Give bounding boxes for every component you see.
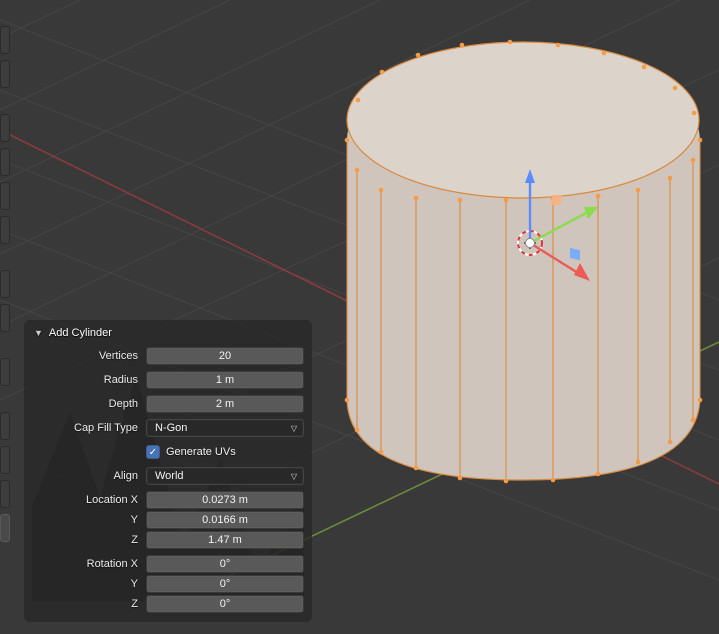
label-cap-fill-type: Cap Fill Type <box>32 422 146 434</box>
tool-select[interactable] <box>0 26 10 54</box>
label-location-z: Z <box>32 534 146 546</box>
dropdown-cap-fill-type[interactable]: N-Gon ▽ <box>146 419 304 437</box>
label-generate-uvs: Generate UVs <box>166 446 236 458</box>
field-location-y[interactable]: 0.0166 m <box>146 511 304 529</box>
tool-cursor[interactable] <box>0 60 10 88</box>
label-location-y: Y <box>32 514 146 526</box>
label-location-x: Location X <box>32 494 146 506</box>
tool-scale[interactable] <box>0 182 10 210</box>
label-rotation-z: Z <box>32 598 146 610</box>
tool-inset[interactable] <box>0 446 10 474</box>
tool-bevel[interactable] <box>0 480 10 508</box>
tool-add[interactable] <box>0 358 10 386</box>
operator-redo-panel[interactable]: ▼ Add Cylinder Vertices 20 Radius 1 m De… <box>24 320 312 622</box>
tool-transform[interactable] <box>0 216 10 244</box>
cylinder-mesh[interactable] <box>345 40 703 484</box>
field-vertices[interactable]: 20 <box>146 347 304 365</box>
panel-title: Add Cylinder <box>49 327 112 339</box>
tool-rotate[interactable] <box>0 148 10 176</box>
chevron-down-icon: ▽ <box>291 424 297 433</box>
tool-move[interactable] <box>0 114 10 142</box>
tool-annotate[interactable] <box>0 270 10 298</box>
field-depth[interactable]: 2 m <box>146 395 304 413</box>
panel-header[interactable]: ▼ Add Cylinder <box>32 320 304 346</box>
field-rotation-x[interactable]: 0° <box>146 555 304 573</box>
label-rotation-y: Y <box>32 578 146 590</box>
dropdown-cap-fill-type-value: N-Gon <box>155 422 187 434</box>
field-location-z[interactable]: 1.47 m <box>146 531 304 549</box>
label-depth: Depth <box>32 398 146 410</box>
field-location-x[interactable]: 0.0273 m <box>146 491 304 509</box>
3d-viewport[interactable]: ▼ Add Cylinder Vertices 20 Radius 1 m De… <box>0 0 719 634</box>
checkbox-generate-uvs[interactable]: ✓ <box>146 445 160 459</box>
label-vertices: Vertices <box>32 350 146 362</box>
label-radius: Radius <box>32 374 146 386</box>
field-rotation-z[interactable]: 0° <box>146 595 304 613</box>
tool-measure[interactable] <box>0 304 10 332</box>
left-toolbar <box>0 0 12 634</box>
label-rotation-x: Rotation X <box>32 558 146 570</box>
dropdown-align-value: World <box>155 470 184 482</box>
label-align: Align <box>32 470 146 482</box>
field-radius[interactable]: 1 m <box>146 371 304 389</box>
tool-extrude[interactable] <box>0 412 10 440</box>
chevron-down-icon: ▽ <box>291 472 297 481</box>
dropdown-align[interactable]: World ▽ <box>146 467 304 485</box>
field-rotation-y[interactable]: 0° <box>146 575 304 593</box>
tool-loopcut[interactable] <box>0 514 10 542</box>
collapse-triangle-icon[interactable]: ▼ <box>34 328 43 338</box>
